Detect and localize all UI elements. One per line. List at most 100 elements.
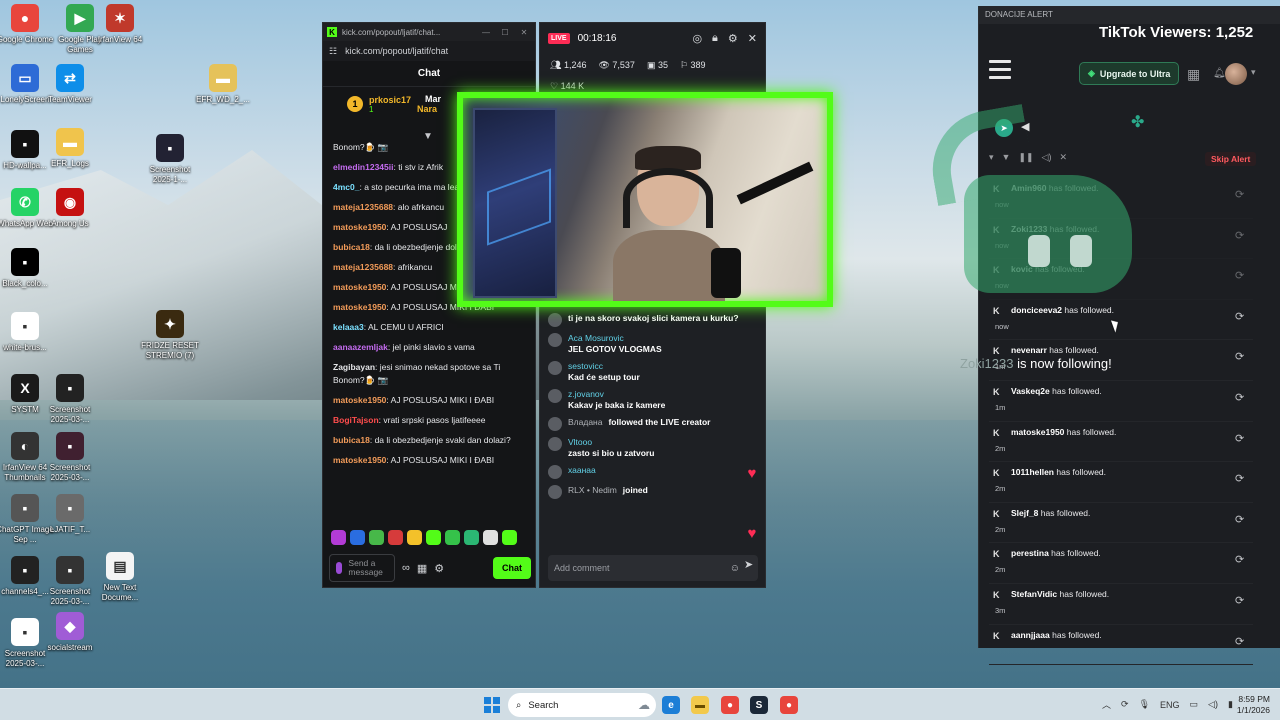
emote-icon[interactable] xyxy=(483,530,498,545)
emoji-icon[interactable]: ☺ xyxy=(730,563,740,574)
taskbar-search[interactable]: ⌕ Search ☁ xyxy=(508,693,656,717)
emote-icon[interactable] xyxy=(331,530,346,545)
chevron-up-icon[interactable]: ︿ xyxy=(1102,698,1111,711)
mute-icon[interactable]: ✕ xyxy=(1059,152,1067,163)
replay-icon[interactable]: ⟳ xyxy=(1235,391,1244,404)
alert-feed-row[interactable]: Kperestina has followed. 2m ⟳ xyxy=(989,543,1253,584)
apps-grid-icon[interactable]: ▦ xyxy=(1187,66,1200,83)
comment-author[interactable]: z.jovanov xyxy=(568,389,665,400)
desktop-icon[interactable]: ▤ New Text Docume... xyxy=(89,552,151,603)
replay-icon[interactable]: ⟳ xyxy=(1235,229,1244,242)
chrome-icon[interactable]: ● xyxy=(721,696,739,714)
avatar[interactable] xyxy=(548,333,562,347)
chat-username[interactable]: bubica18 xyxy=(333,242,370,252)
alert-feed-row[interactable]: K Slejf_8 has followed. 2m ⟳ xyxy=(989,503,1253,544)
comment-author[interactable]: RLX • Nedim xyxy=(568,485,617,496)
comment-author[interactable]: Aca Mosurovic xyxy=(568,333,662,344)
chat-username[interactable]: elmedin12345ii xyxy=(333,162,393,172)
chat-username[interactable]: matoske1950 xyxy=(333,302,386,312)
lock-icon[interactable]: 🔒︎ xyxy=(712,32,718,45)
points-icon[interactable]: ∞ xyxy=(402,562,410,574)
alert-feed-row[interactable]: K Vaskeq2e has followed. 1m ⟳ xyxy=(989,381,1253,422)
chat-username[interactable]: BogiTajson xyxy=(333,415,379,425)
file-explorer-icon[interactable]: ▬ xyxy=(691,696,709,714)
desktop-icon[interactable]: ▪ Screenshot 2025-03-... xyxy=(39,374,101,425)
replay-icon[interactable]: ⟳ xyxy=(1235,594,1244,607)
chat-username[interactable]: mateja1235688 xyxy=(333,262,393,272)
sync-icon[interactable]: ⟳ xyxy=(1121,699,1129,710)
chat-username[interactable]: mateja1235688 xyxy=(333,202,393,212)
store-icon[interactable]: ▦ xyxy=(417,562,427,575)
chat-username[interactable]: Zagibayan xyxy=(333,362,375,372)
emote-icon[interactable] xyxy=(369,530,384,545)
minimize-icon[interactable]: — xyxy=(479,28,493,37)
bell-icon[interactable]: 🔔︎ xyxy=(1213,68,1226,79)
menu-icon[interactable] xyxy=(989,60,1011,84)
language-indicator[interactable]: ENG xyxy=(1160,700,1180,710)
desktop-icon[interactable]: ▪ Screenshot 2025-1-... xyxy=(139,134,201,185)
close-icon[interactable]: ✕ xyxy=(748,32,757,45)
replay-icon[interactable]: ⟳ xyxy=(1235,635,1244,648)
emote-icon[interactable] xyxy=(388,530,403,545)
avatar[interactable] xyxy=(1225,63,1247,85)
comment-input[interactable]: Add comment ☺ xyxy=(548,555,758,581)
emote-icon[interactable] xyxy=(445,530,460,545)
desktop-icon[interactable]: ▪ white-brus... xyxy=(0,312,56,353)
alert-feed-row[interactable]: Kmatoske1950 has followed. 2m ⟳ xyxy=(989,422,1253,463)
replay-icon[interactable]: ⟳ xyxy=(1235,350,1244,363)
chat-username[interactable]: bubica18 xyxy=(333,435,370,445)
chevron-down-icon[interactable]: ▾ xyxy=(1251,67,1256,78)
mic-icon[interactable]: 🎙︎ xyxy=(1139,699,1150,710)
chrome-profile-icon[interactable]: ● xyxy=(780,696,798,714)
steam-icon[interactable]: S xyxy=(750,696,768,714)
edge-icon[interactable]: e xyxy=(662,696,680,714)
avatar[interactable] xyxy=(548,465,562,479)
comment-author[interactable]: sestovicc xyxy=(568,361,640,372)
alert-feed-row[interactable]: Kdonciceeva2 has followed. now ⟳ xyxy=(989,300,1253,341)
desktop-icon[interactable]: ⇄ TeamViewer xyxy=(39,64,101,105)
upgrade-button[interactable]: ◈ Upgrade to Ultra xyxy=(1079,62,1180,85)
start-button[interactable] xyxy=(484,697,500,713)
volume-icon[interactable]: ◁) xyxy=(1208,699,1218,710)
chat-username[interactable]: 4mc0_ xyxy=(333,182,359,192)
emote-icon[interactable] xyxy=(464,530,479,545)
avatar[interactable] xyxy=(548,437,562,451)
clock[interactable]: 8:59 PM 1/1/2026 xyxy=(1230,694,1270,716)
emote-icon[interactable] xyxy=(426,530,441,545)
desktop-icon[interactable]: ▪ Black_colo... xyxy=(0,248,56,289)
skip-alert-button[interactable]: Skip Alert xyxy=(1205,152,1257,166)
send-icon[interactable]: ➤ xyxy=(744,558,753,571)
replay-icon[interactable]: ⟳ xyxy=(1235,269,1244,282)
chat-username[interactable]: kelaaa3 xyxy=(333,322,364,332)
chat-username[interactable]: matoske1950 xyxy=(333,222,386,232)
emote-icon[interactable] xyxy=(350,530,365,545)
alert-feed-row[interactable]: Kaannjjaaa has followed. ⟳ xyxy=(989,625,1253,666)
alert-feed-row[interactable]: K StefanVidic has followed. 3m ⟳ xyxy=(989,584,1253,625)
desktop-icon[interactable]: ◆ socialstream xyxy=(39,612,101,653)
chat-username[interactable]: aanaazemljak xyxy=(333,342,388,352)
message-input[interactable]: Send a message xyxy=(329,554,395,582)
desktop-icon[interactable]: ▪ Screenshot 2025-03-... xyxy=(39,432,101,483)
close-icon[interactable]: ✕ xyxy=(517,28,531,37)
maximize-icon[interactable]: ☐ xyxy=(498,28,512,37)
avatar[interactable] xyxy=(548,361,562,375)
chat-username[interactable]: matoske1950 xyxy=(333,455,386,465)
avatar[interactable] xyxy=(548,417,562,431)
comment-author[interactable]: хаанаа xyxy=(568,465,596,476)
pinned-user-2[interactable]: Mar xyxy=(425,94,441,104)
replay-icon[interactable]: ⟳ xyxy=(1235,472,1244,485)
desktop-icon[interactable]: ▬ EFR_Logs xyxy=(39,128,101,169)
chat-send-button[interactable]: Chat xyxy=(493,557,531,579)
replay-icon[interactable]: ⟳ xyxy=(1235,310,1244,323)
comment-author[interactable]: Владана xyxy=(568,417,602,428)
avatar[interactable] xyxy=(548,389,562,403)
alert-feed-row[interactable]: K 1011hellen has followed. 2m ⟳ xyxy=(989,462,1253,503)
eye-off-icon[interactable]: ◎ xyxy=(692,32,702,45)
emote-icon[interactable] xyxy=(407,530,422,545)
volume-icon[interactable]: ◁) xyxy=(1042,152,1052,163)
avatar[interactable] xyxy=(548,485,562,499)
comment-author[interactable]: Vltooo xyxy=(568,437,654,448)
gear-icon[interactable]: ⚙ xyxy=(434,562,444,575)
desktop-icon[interactable]: ▪ LJATIF_T... xyxy=(39,494,101,535)
avatar[interactable] xyxy=(548,313,562,327)
